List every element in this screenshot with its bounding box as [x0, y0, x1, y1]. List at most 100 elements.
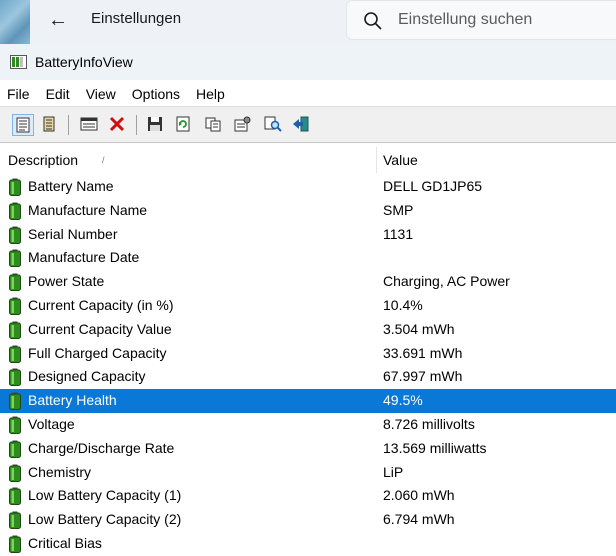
battery-icon: [9, 464, 21, 482]
row-value: 49.5%: [383, 392, 423, 409]
delete-button[interactable]: [107, 114, 129, 136]
toolbar: [0, 106, 616, 142]
refresh-button[interactable]: [173, 114, 195, 136]
battery-icon: [9, 416, 21, 434]
battery-icon: [9, 392, 21, 411]
battery-icon: [9, 535, 21, 553]
battery-icon: [9, 511, 21, 530]
row-value: 3.504 mWh: [383, 320, 455, 337]
toolbar-separator: [136, 115, 137, 135]
menu-file[interactable]: File: [0, 80, 38, 106]
row-description: Current Capacity (in %): [28, 296, 174, 313]
copy-icon: [205, 117, 221, 132]
settings-title: Einstellungen: [91, 10, 182, 27]
row-value: 8.726 millivolts: [383, 415, 475, 432]
column-divider[interactable]: [376, 147, 377, 173]
row-value: 1131: [383, 225, 414, 242]
table-row[interactable]: Chemistry LiP: [0, 461, 616, 485]
row-description: Manufacture Date: [28, 249, 140, 266]
row-description: Critical Bias: [28, 534, 102, 551]
row-description: Manufacture Name: [28, 201, 148, 218]
list-header: Description / Value: [0, 147, 616, 173]
row-description: Designed Capacity: [28, 368, 146, 385]
table-row[interactable]: Low Battery Capacity (2) 6.794 mWh: [0, 508, 616, 532]
app-title-bar: BatteryInfoView: [0, 44, 616, 80]
table-row[interactable]: Manufacture Date: [0, 246, 616, 270]
battery-icon: [9, 487, 21, 506]
menu-options[interactable]: Options: [124, 80, 188, 106]
battery-icon: [9, 440, 21, 458]
table-row[interactable]: Low Battery Capacity (1) 2.060 mWh: [0, 484, 616, 508]
row-value: 33.691 mWh: [383, 344, 463, 361]
battery-icon: [9, 273, 21, 292]
row-description: Low Battery Capacity (2): [28, 511, 182, 528]
row-description: Charge/Discharge Rate: [28, 439, 175, 456]
battery-icon: [9, 368, 21, 387]
table-row[interactable]: Power State Charging, AC Power: [0, 270, 616, 294]
battery-log-mode-button[interactable]: [39, 114, 61, 136]
battery-icon: [9, 226, 21, 244]
column-header-description[interactable]: Description: [8, 147, 78, 173]
row-value: 10.4%: [383, 296, 423, 313]
battery-icon: [9, 297, 21, 315]
delete-icon: [109, 116, 125, 132]
row-value: 6.794 mWh: [383, 511, 455, 528]
list-rows: Battery Name DELL GD1JP65 Manufacture Name…: [0, 175, 616, 556]
battery-app-icon: [10, 55, 27, 69]
table-row[interactable]: Critical Bias: [0, 532, 616, 556]
battery-info-mode-icon: [16, 117, 30, 133]
save-icon: [148, 117, 162, 131]
menu-edit[interactable]: Edit: [38, 80, 78, 106]
table-row[interactable]: Charge/Discharge Rate 13.569 milliwatts: [0, 437, 616, 461]
battery-icon: [9, 321, 21, 339]
search-icon: [364, 12, 382, 30]
row-description: Low Battery Capacity (1): [28, 487, 182, 504]
window-title: BatteryInfoView: [35, 54, 133, 70]
battery-info-mode-button[interactable]: [12, 114, 34, 136]
row-description: Current Capacity Value: [28, 320, 172, 337]
row-description: Serial Number: [28, 225, 118, 242]
exit-button[interactable]: [290, 114, 312, 136]
row-value: 2.060 mWh: [383, 487, 455, 504]
row-description: Full Charged Capacity: [28, 344, 167, 361]
row-value: DELL GD1JP65: [383, 178, 483, 194]
table-row[interactable]: Battery Name DELL GD1JP65: [0, 175, 616, 199]
desktop-wallpaper: [0, 0, 30, 44]
table-row[interactable]: Manufacture Name SMP: [0, 199, 616, 223]
log-window-icon: [80, 117, 98, 131]
table-row[interactable]: Voltage 8.726 millivolts: [0, 413, 616, 437]
menu-view[interactable]: View: [78, 80, 124, 106]
row-value: LiP: [383, 463, 404, 480]
find-button[interactable]: [262, 114, 284, 136]
menu-help[interactable]: Help: [188, 80, 233, 106]
row-value: 67.997 mWh: [383, 368, 463, 385]
row-description: Power State: [28, 273, 105, 290]
battery-icon: [9, 178, 21, 196]
battery-log-mode-icon: [43, 116, 55, 132]
row-description: Voltage: [28, 415, 75, 432]
table-row[interactable]: Current Capacity Value 3.504 mWh: [0, 318, 616, 342]
menu-bar: File Edit View Options Help: [0, 80, 616, 106]
table-row[interactable]: Current Capacity (in %) 10.4%: [0, 294, 616, 318]
save-button[interactable]: [145, 114, 167, 136]
settings-search-box[interactable]: Einstellung suchen: [346, 0, 616, 40]
battery-info-list[interactable]: Description / Value Battery Name DELL GD1…: [0, 142, 616, 553]
column-header-value[interactable]: Value: [383, 147, 418, 173]
sort-ascending-icon: /: [102, 155, 105, 165]
table-row[interactable]: Battery Health 49.5%: [0, 389, 616, 413]
battery-icon: [9, 345, 21, 363]
properties-icon: [234, 116, 251, 132]
properties-button[interactable]: [232, 114, 254, 136]
battery-icon: [9, 249, 21, 268]
row-value: Charging, AC Power: [383, 273, 510, 290]
refresh-icon: [176, 116, 190, 132]
table-row[interactable]: Full Charged Capacity 33.691 mWh: [0, 342, 616, 366]
find-icon: [264, 116, 282, 132]
log-window-button[interactable]: [78, 114, 100, 136]
settings-window-bar: ← Einstellungen Einstellung suchen: [0, 0, 616, 44]
row-value: 13.569 milliwatts: [383, 439, 487, 456]
arrow-left-icon[interactable]: ←: [46, 8, 70, 32]
copy-button[interactable]: [203, 114, 225, 136]
table-row[interactable]: Serial Number 1131: [0, 223, 616, 247]
table-row[interactable]: Designed Capacity 67.997 mWh: [0, 365, 616, 389]
